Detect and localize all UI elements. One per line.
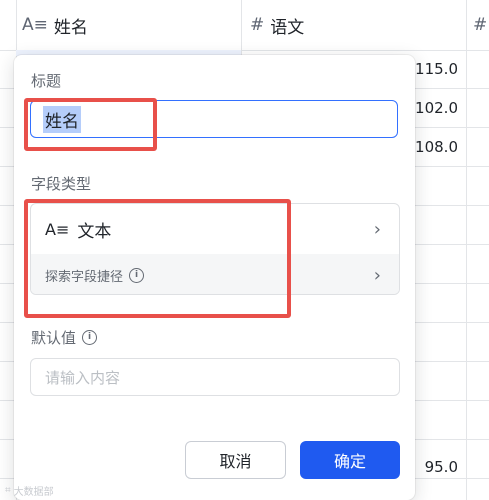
column-header-next[interactable]: #: [473, 0, 487, 50]
default-value-input[interactable]: 请输入内容: [30, 358, 400, 396]
watermark-icon: ⌗: [5, 485, 11, 496]
watermark: ⌗ 大数据部: [5, 483, 54, 498]
column-header-label: 语文: [270, 17, 305, 38]
info-icon[interactable]: i: [82, 330, 98, 345]
chevron-right-icon: ›: [373, 264, 381, 286]
confirm-button[interactable]: 确定: [300, 441, 400, 479]
column-header-chinese[interactable]: # 语文: [250, 0, 304, 50]
number-type-icon: #: [250, 15, 265, 35]
watermark-text: 大数据部: [13, 487, 54, 498]
text-type-icon: A≡: [22, 15, 48, 35]
annotation-box-title: [24, 98, 157, 151]
cancel-button[interactable]: 取消: [185, 441, 286, 479]
grid-line: [466, 0, 467, 500]
title-label: 标题: [31, 72, 62, 90]
column-header-label: 姓名: [53, 17, 88, 38]
chevron-right-icon: ›: [373, 218, 381, 240]
annotation-box-field-type: [24, 199, 291, 318]
number-type-icon: #: [473, 15, 488, 35]
field-type-label: 字段类型: [31, 175, 92, 193]
default-value-label: 默认值 i: [31, 327, 98, 348]
column-header-name[interactable]: A≡ 姓名: [22, 0, 88, 50]
default-value-placeholder: 请输入内容: [45, 368, 121, 387]
